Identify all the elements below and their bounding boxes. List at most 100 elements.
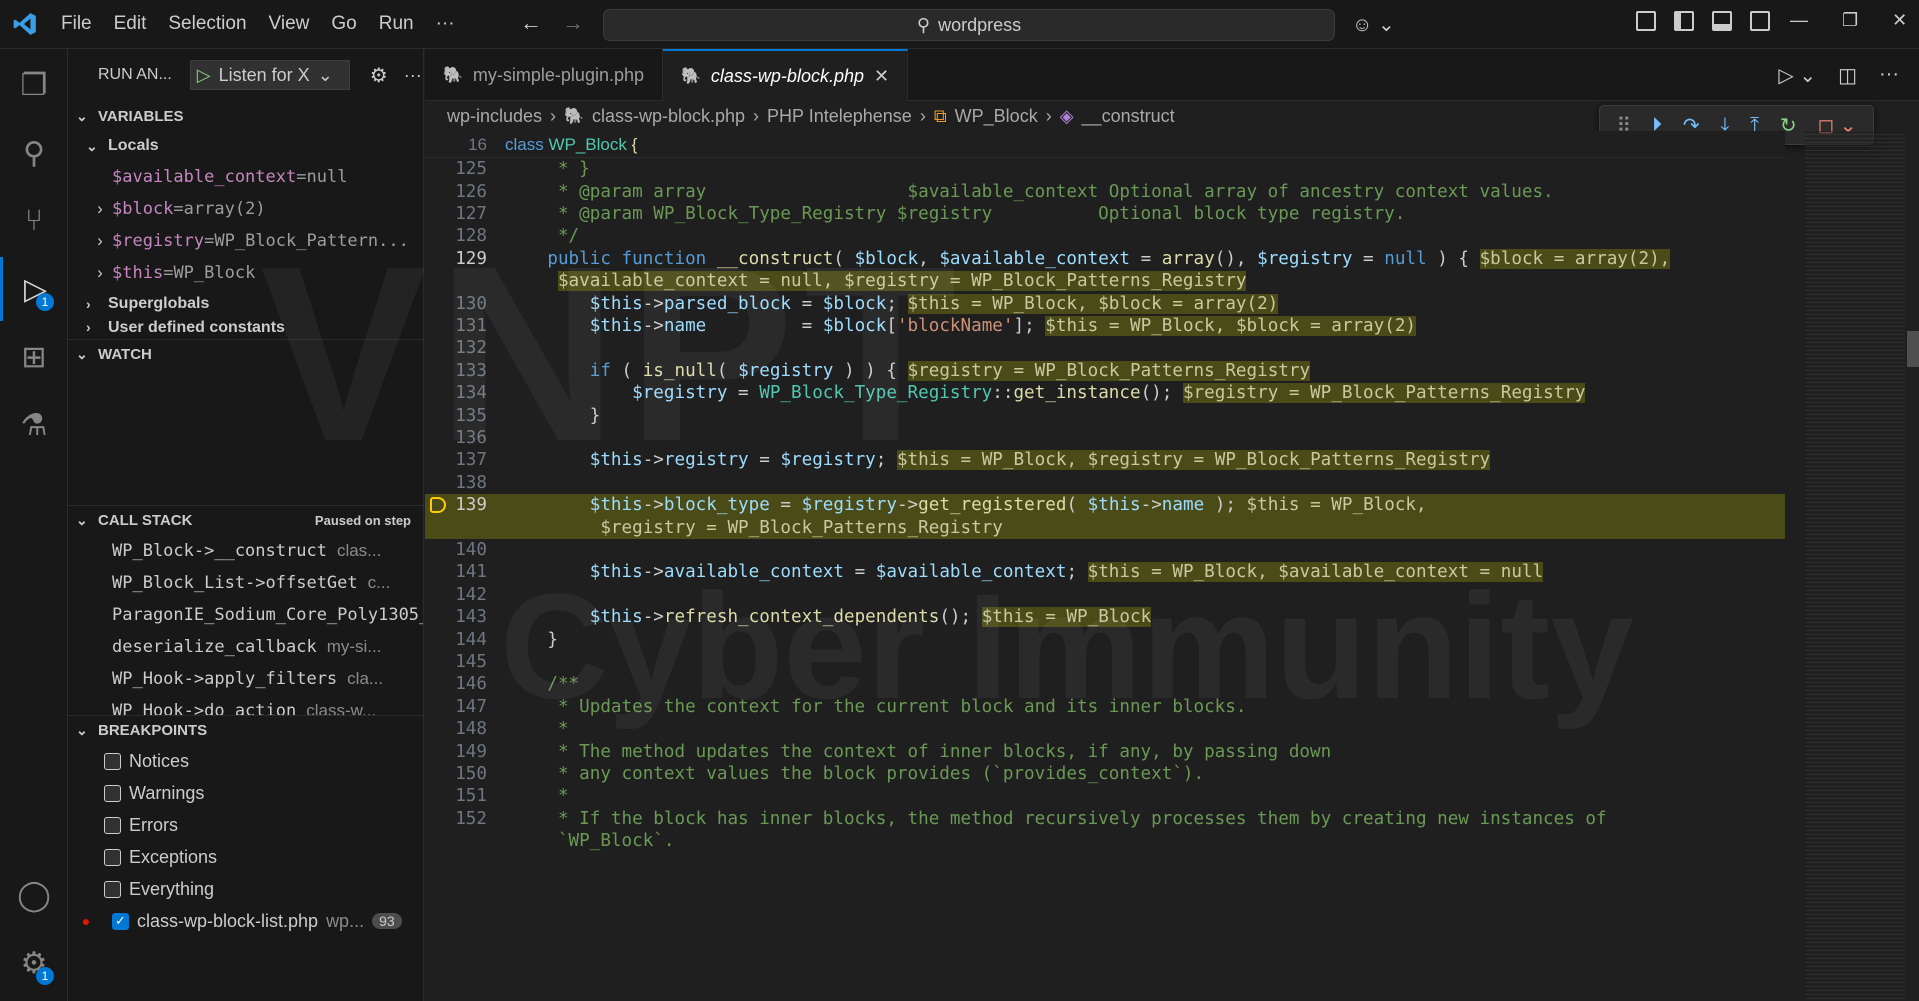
breadcrumb-item[interactable]: class-wp-block.php: [592, 106, 745, 127]
code-line[interactable]: 128 */: [425, 225, 1785, 247]
code-line[interactable]: 151 *: [425, 785, 1785, 807]
variable-row[interactable]: › $block = array(2): [68, 193, 423, 225]
minimize-button[interactable]: —: [1790, 10, 1808, 31]
restore-button[interactable]: ❐: [1842, 10, 1858, 31]
more-actions-icon[interactable]: ···: [404, 65, 422, 86]
code-line[interactable]: 131 $this->name = $block['blockName']; $…: [425, 315, 1785, 337]
launch-config-select[interactable]: ▷ Listen for X ⌄: [189, 60, 350, 90]
code-line[interactable]: 148 *: [425, 718, 1785, 740]
code-line[interactable]: 130 $this->parsed_block = $block; $this …: [425, 292, 1785, 314]
back-arrow-icon[interactable]: ←: [520, 10, 542, 36]
code-line[interactable]: 149 * The method updates the context of …: [425, 740, 1785, 762]
code-line[interactable]: 135 }: [425, 404, 1785, 426]
callstack-frame[interactable]: ParagonIE_Sodium_Core_Poly1305_: [68, 599, 423, 631]
chevron-right-icon[interactable]: ›: [88, 263, 112, 283]
breadcrumb-item[interactable]: __construct: [1082, 106, 1175, 127]
code-line[interactable]: 134 $registry = WP_Block_Type_Registry::…: [425, 382, 1785, 404]
code-line[interactable]: 138: [425, 472, 1785, 494]
menu-run[interactable]: Run: [368, 13, 425, 35]
toggle-primary-sidebar-icon[interactable]: [1674, 11, 1694, 31]
superglobals-scope[interactable]: › Superglobals: [68, 289, 423, 319]
code-line[interactable]: $available_context = null, $registry = W…: [425, 270, 1785, 292]
variable-row[interactable]: › $this = WP_Block: [68, 257, 423, 289]
customize-layout-icon[interactable]: [1636, 11, 1656, 31]
code-line[interactable]: 137 $this->registry = $registry; $this =…: [425, 449, 1785, 471]
exception-breakpoint-row[interactable]: Warnings: [68, 777, 423, 809]
variables-section-header[interactable]: ⌄ VARIABLES: [68, 101, 423, 131]
menu-more-button[interactable]: ···: [425, 13, 466, 35]
code-line[interactable]: 139 $this->block_type = $registry->get_r…: [425, 494, 1785, 517]
code-line[interactable]: 152 * If the block has inner blocks, the…: [425, 808, 1785, 830]
code-line[interactable]: 129 public function __construct( $block,…: [425, 248, 1785, 270]
breakpoint-checkbox[interactable]: ✓: [112, 912, 129, 930]
exception-breakpoint-row[interactable]: Errors: [68, 809, 423, 841]
code-line[interactable]: `WP_Block`.: [425, 830, 1785, 852]
tab-class-wp-block[interactable]: 🐘 class-wp-block.php ✕: [663, 49, 909, 101]
account-icon[interactable]: ◯: [0, 863, 68, 927]
user-constants-scope[interactable]: › User defined constants: [68, 319, 423, 335]
toggle-secondary-sidebar-icon[interactable]: [1750, 11, 1770, 31]
menu-go[interactable]: Go: [320, 13, 367, 35]
scrollbar-thumb[interactable]: [1907, 331, 1919, 367]
breakpoint-checkbox[interactable]: [104, 752, 121, 770]
code-line[interactable]: 127 * @param WP_Block_Type_Registry $reg…: [425, 203, 1785, 225]
chevron-right-icon[interactable]: ›: [88, 199, 112, 219]
close-window-button[interactable]: ✕: [1892, 10, 1907, 31]
code-line[interactable]: 142: [425, 584, 1785, 606]
watch-section-header[interactable]: ⌄ WATCH: [68, 339, 423, 369]
search-icon[interactable]: ⚲: [0, 121, 68, 185]
forward-arrow-icon[interactable]: →: [562, 10, 584, 36]
more-actions-icon[interactable]: ···: [1879, 63, 1899, 88]
code-line[interactable]: 140: [425, 539, 1785, 561]
source-control-icon[interactable]: ⑂: [0, 189, 68, 253]
code-line[interactable]: 125 * }: [425, 158, 1785, 180]
run-debug-icon[interactable]: ▷ 1: [0, 257, 68, 321]
variable-row[interactable]: $available_context = null: [68, 161, 423, 193]
code-line[interactable]: 132: [425, 337, 1785, 359]
split-editor-icon[interactable]: ◫: [1838, 63, 1857, 88]
code-line[interactable]: $registry = WP_Block_Patterns_Registry: [425, 516, 1785, 539]
breakpoint-file-row[interactable]: ● ✓ class-wp-block-list.php wp... 93: [68, 905, 423, 937]
close-icon[interactable]: ✕: [874, 66, 889, 87]
menu-edit[interactable]: Edit: [103, 13, 158, 35]
code-line[interactable]: 146 /**: [425, 673, 1785, 695]
testing-icon[interactable]: ⚗: [0, 393, 68, 457]
callstack-frame[interactable]: deserialize_callback my-si...: [68, 631, 423, 663]
breakpoint-checkbox[interactable]: [104, 784, 121, 802]
exception-breakpoint-row[interactable]: Notices: [68, 745, 423, 777]
exception-breakpoint-row[interactable]: Exceptions: [68, 841, 423, 873]
breadcrumb-item[interactable]: wp-includes: [447, 106, 542, 127]
variable-row[interactable]: › $registry = WP_Block_Pattern...: [68, 225, 423, 257]
code-line[interactable]: 143 $this->refresh_context_dependents();…: [425, 606, 1785, 628]
menu-file[interactable]: File: [50, 13, 103, 35]
callstack-frame[interactable]: WP_Hook->do_action class-w...: [68, 695, 423, 715]
code-line[interactable]: 147 * Updates the context for the curren…: [425, 696, 1785, 718]
settings-gear-icon[interactable]: ⚙ 1: [0, 931, 68, 995]
toggle-panel-icon[interactable]: [1712, 11, 1732, 31]
chevron-right-icon[interactable]: ›: [88, 231, 112, 251]
code-line[interactable]: 150 * any context values the block provi…: [425, 763, 1785, 785]
callstack-frame[interactable]: WP_Block->__construct clas...: [68, 535, 423, 567]
gear-icon[interactable]: ⚙: [370, 63, 388, 88]
minimap[interactable]: [1805, 131, 1905, 1001]
extensions-icon[interactable]: ⊞: [0, 325, 68, 389]
code-line[interactable]: 141 $this->available_context = $availabl…: [425, 561, 1785, 583]
breakpoints-section-header[interactable]: ⌄ BREAKPOINTS: [68, 715, 423, 745]
code-line[interactable]: 126 * @param array $available_context Op…: [425, 180, 1785, 202]
command-center-search[interactable]: ⚲ wordpress: [603, 9, 1335, 41]
explorer-icon[interactable]: ❐: [0, 53, 68, 117]
menu-view[interactable]: View: [258, 13, 321, 35]
code-line[interactable]: 144 }: [425, 628, 1785, 650]
callstack-frame[interactable]: WP_Block_List->offsetGet c...: [68, 567, 423, 599]
tab-my-simple-plugin[interactable]: 🐘 my-simple-plugin.php: [425, 49, 663, 101]
breakpoint-checkbox[interactable]: [104, 816, 121, 834]
code-line[interactable]: 136: [425, 427, 1785, 449]
copilot-icon[interactable]: ☺ ⌄: [1352, 12, 1395, 37]
code-line[interactable]: 145: [425, 651, 1785, 673]
start-debug-icon[interactable]: ▷: [197, 65, 211, 86]
sticky-scroll-line[interactable]: 16 class WP_Block {: [425, 131, 1785, 158]
callstack-section-header[interactable]: ⌄ CALL STACK Paused on step: [68, 505, 423, 535]
breadcrumb-item[interactable]: PHP Intelephense: [767, 106, 912, 127]
exception-breakpoint-row[interactable]: Everything: [68, 873, 423, 905]
breakpoint-checkbox[interactable]: [104, 880, 121, 898]
